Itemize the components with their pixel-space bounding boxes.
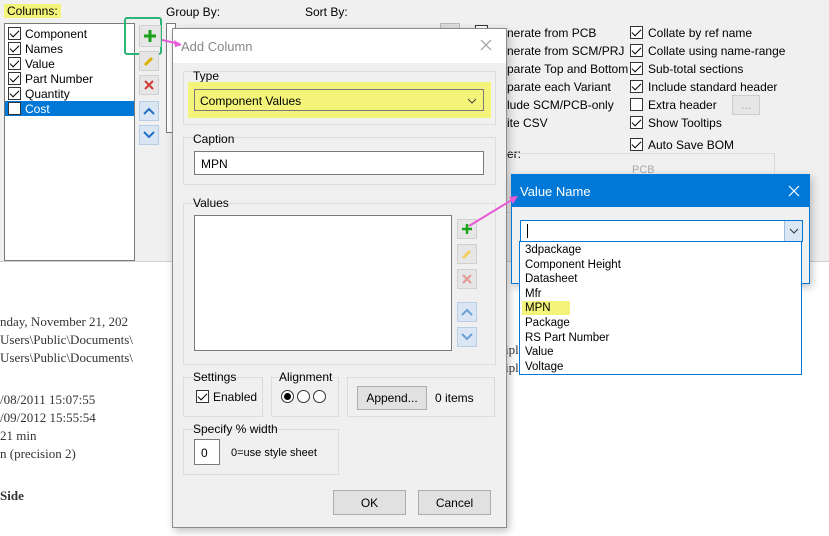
arrow-to-add-column — [161, 39, 182, 47]
pointer-arrows — [161, 39, 518, 227]
arrow-to-value-name — [468, 196, 518, 227]
